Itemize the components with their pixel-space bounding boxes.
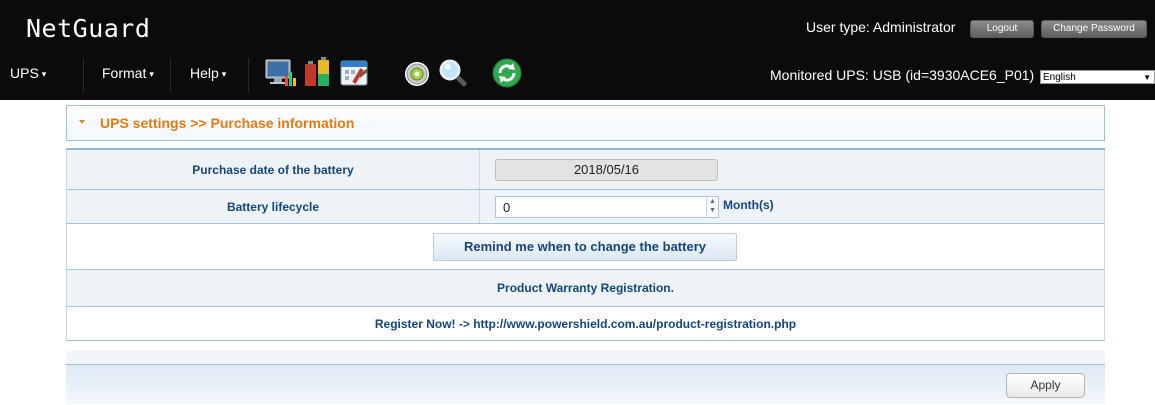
menu-ups[interactable]: UPS ▾ <box>10 65 46 81</box>
collapse-triangle-icon <box>79 120 85 124</box>
app-brand: NetGuard <box>26 14 151 43</box>
menu-format-label: Format <box>102 65 147 81</box>
section-title-bar: UPS settings >> Purchase information <box>66 105 1105 141</box>
battery-lifecycle-label: Battery lifecycle <box>67 190 480 223</box>
monitored-ups-label: Monitored UPS: USB (id=3930ACE6_P01) <box>770 67 1035 83</box>
warranty-registration-text: Product Warranty Registration. <box>497 281 674 295</box>
top-header: NetGuard User type: Administrator Logout… <box>0 0 1155 100</box>
battery-lifecycle-value: 0 <box>503 200 511 215</box>
chevron-down-icon: ▼ <box>1143 73 1151 82</box>
menu-separator <box>170 58 171 92</box>
remind-battery-button[interactable]: Remind me when to change the battery <box>433 233 737 261</box>
purchase-date-field[interactable]: 2018/05/16 <box>495 159 718 181</box>
language-select[interactable]: English ▼ <box>1040 70 1155 84</box>
table-row: Register Now! -> http://www.powershield.… <box>66 307 1105 341</box>
purchase-date-label: Purchase date of the battery <box>67 150 480 189</box>
battery-lifecycle-stepper[interactable]: 0 ▲ ▼ <box>495 196 719 218</box>
table-row: Product Warranty Registration. <box>66 270 1105 307</box>
menu-separator <box>248 58 249 92</box>
lifecycle-unit-label: Month(s) <box>723 198 774 212</box>
table-row: Remind me when to change the battery <box>66 224 1105 270</box>
gear-icon[interactable] <box>402 56 436 90</box>
table-row: Purchase date of the battery 2018/05/16 <box>66 150 1105 190</box>
spacer-band <box>66 350 1105 364</box>
footer-bar: Apply <box>66 364 1105 404</box>
battery-status-icon[interactable] <box>300 56 334 90</box>
section-title: UPS settings >> Purchase information <box>100 115 355 131</box>
calendar-settings-icon[interactable] <box>338 56 372 90</box>
user-type-label: User type: Administrator <box>806 19 956 35</box>
spin-arrows-icon[interactable]: ▲ ▼ <box>706 197 718 217</box>
caret-down-icon: ▾ <box>149 69 154 79</box>
logout-button[interactable]: Logout <box>970 20 1034 38</box>
monitor-chart-icon[interactable] <box>263 56 297 90</box>
caret-down-icon: ▾ <box>221 69 227 79</box>
table-row: Battery lifecycle 0 ▲ ▼ Month(s) <box>66 190 1105 224</box>
apply-button[interactable]: Apply <box>1006 373 1085 398</box>
menu-format[interactable]: Format ▾ <box>102 65 154 81</box>
menu-ups-label: UPS <box>10 65 39 81</box>
settings-table: Purchase date of the battery 2018/05/16 … <box>66 148 1105 341</box>
menu-help[interactable]: Help ▾ <box>190 65 226 81</box>
refresh-icon[interactable] <box>491 56 525 90</box>
change-password-button[interactable]: Change Password <box>1041 20 1147 38</box>
menu-separator <box>83 58 84 92</box>
menu-help-label: Help <box>190 65 219 81</box>
caret-down-icon: ▾ <box>41 69 47 79</box>
language-select-value: English <box>1043 72 1076 83</box>
register-now-link[interactable]: Register Now! -> http://www.powershield.… <box>375 317 796 331</box>
search-icon[interactable] <box>437 56 471 90</box>
